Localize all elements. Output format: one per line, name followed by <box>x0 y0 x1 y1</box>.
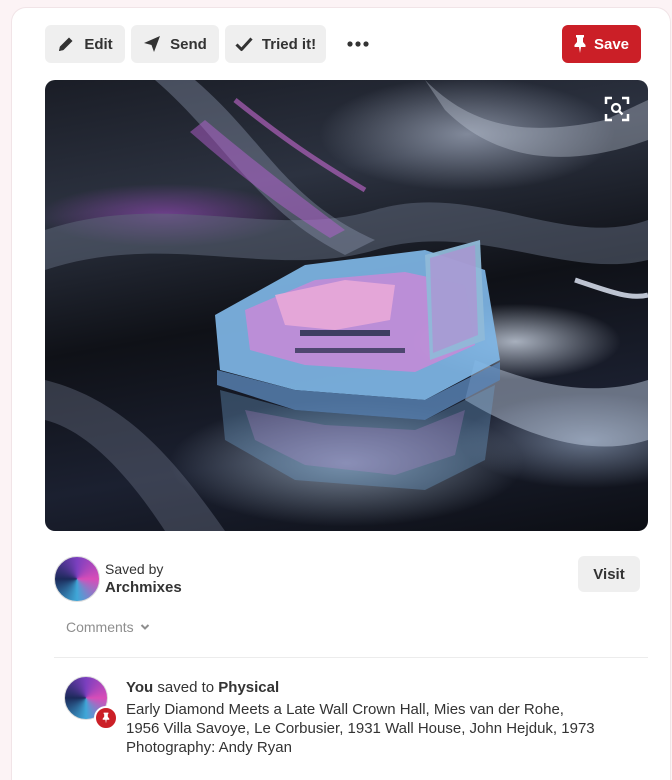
activity-verb: saved to <box>157 679 215 696</box>
pin-image[interactable] <box>45 80 648 531</box>
save-label: Save <box>593 35 630 53</box>
architectural-sculpture-artwork <box>45 80 648 531</box>
visit-button[interactable]: Visit <box>578 556 640 592</box>
send-button[interactable]: Send <box>131 25 219 63</box>
activity-headline: You saved to Physical <box>126 679 279 696</box>
edit-label: Edit <box>84 35 113 53</box>
pushpin-icon <box>102 712 110 724</box>
saved-by-label: Saved by <box>105 561 164 577</box>
ellipsis-icon <box>347 41 369 47</box>
saved-by-avatar[interactable] <box>54 556 100 602</box>
tried-it-label: Tried it! <box>261 35 317 53</box>
pin-toolbar: Edit Send Tried it! Save <box>45 25 641 63</box>
saved-by-username[interactable]: Archmixes <box>105 579 182 596</box>
saved-by-section: Saved by Archmixes Visit <box>54 548 644 618</box>
board-link[interactable]: Physical <box>218 679 279 696</box>
divider <box>54 657 648 658</box>
tried-it-button[interactable]: Tried it! <box>225 25 326 63</box>
checkmark-icon <box>235 37 253 51</box>
pushpin-icon <box>574 35 586 53</box>
chevron-down-icon <box>140 624 149 630</box>
edit-button[interactable]: Edit <box>45 25 125 63</box>
activity-actor: You <box>126 679 154 696</box>
pencil-icon <box>59 37 73 51</box>
pin-description: Early Diamond Meets a Late Wall Crown Ha… <box>126 701 595 756</box>
visit-label: Visit <box>593 565 625 583</box>
more-options-button[interactable] <box>338 25 378 63</box>
visual-search-icon <box>604 96 630 122</box>
send-icon <box>144 36 161 52</box>
comments-toggle[interactable]: Comments <box>66 619 150 635</box>
pin-badge <box>94 706 118 730</box>
send-label: Send <box>170 35 207 53</box>
comments-label: Comments <box>66 619 134 635</box>
visual-search-button[interactable] <box>604 96 630 122</box>
save-button[interactable]: Save <box>562 25 641 63</box>
pin-card: Edit Send Tried it! Save Saved by Archmi… <box>12 8 670 780</box>
